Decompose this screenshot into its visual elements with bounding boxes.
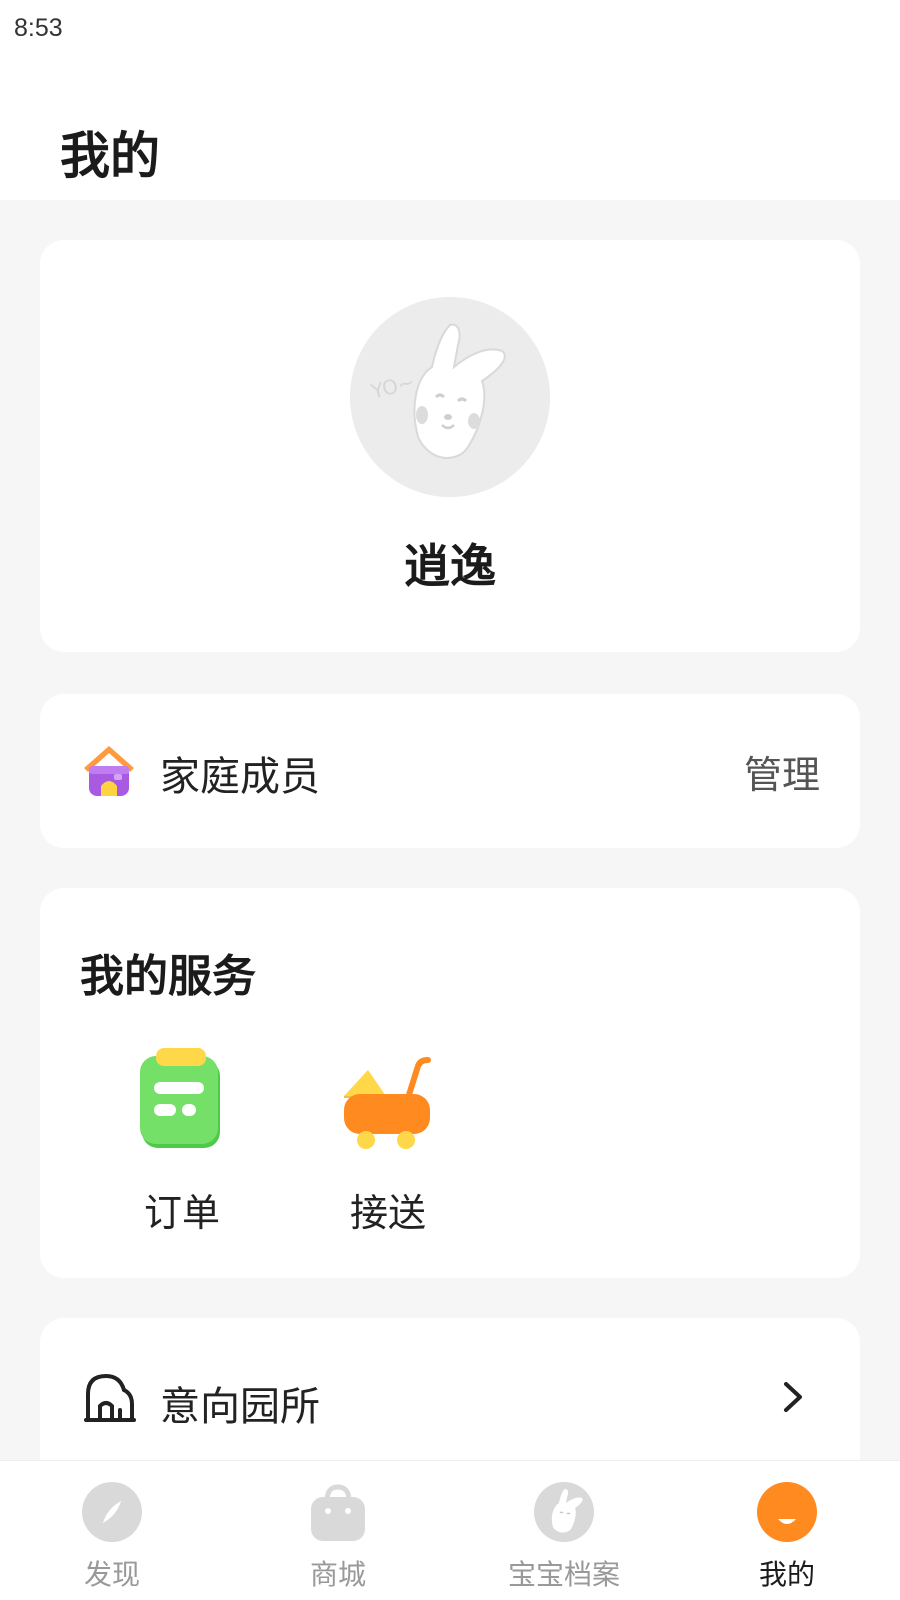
tab-mall[interactable]: 商城 [258,1461,418,1600]
bottom-tab-bar: 发现 商城 宝宝档案 我的 [0,1460,900,1600]
my-services-card: 我的服务 订单 接送 [40,888,860,1278]
tab-baby-profile-label: 宝宝档案 [507,1558,620,1591]
chevron-right-icon [784,1382,802,1412]
tab-discover[interactable]: 发现 [32,1461,192,1600]
service-pickup-label: 接送 [349,1191,426,1235]
tab-baby-profile[interactable]: 宝宝档案 [484,1461,644,1600]
service-order-label: 订单 [143,1191,220,1235]
manage-button[interactable]: 管理 [744,744,820,799]
profile-card: YO~ 逍逸 [40,240,860,652]
page-title: 我的 [60,127,160,185]
tab-mine[interactable]: 我的 [707,1461,867,1600]
tab-mall-label: 商城 [309,1558,366,1591]
status-time: 8:53 [14,14,63,42]
services-title: 我的服务 [80,951,256,1002]
bunny-avatar-icon[interactable]: YO~ [350,297,550,497]
service-order[interactable]: 订单 [112,1046,252,1236]
house-icon [84,746,134,796]
shopping-bag-icon [311,1484,365,1541]
profile-name: 逍逸 [404,539,496,593]
family-members-row[interactable]: 家庭成员 管理 [40,694,860,848]
service-pickup[interactable]: 接送 [318,1046,458,1236]
kindergarten-label: 意向园所 [160,1384,320,1430]
app-root: 8:53 我的 YO~ 逍逸 家庭成员 管理 我的服务 订单 接送 意向园所 发… [0,0,900,1600]
tab-discover-label: 发现 [83,1558,140,1591]
smile-face-icon [757,1482,817,1542]
bunny-avatar-icon [534,1482,594,1542]
kindergarten-icon [84,1373,136,1422]
top-bar: 8:53 我的 [0,0,900,200]
family-members-label: 家庭成员 [160,754,320,800]
order-clipboard-icon [140,1048,220,1148]
tab-mine-label: 我的 [758,1558,815,1591]
compass-icon [82,1482,142,1542]
stroller-icon [344,1057,431,1149]
